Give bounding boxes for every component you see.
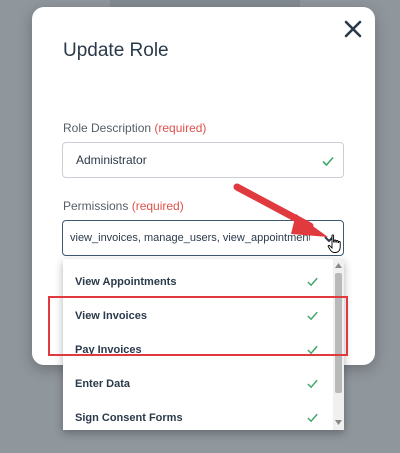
dropdown-option[interactable]: Enter Data bbox=[63, 364, 331, 398]
check-icon bbox=[322, 156, 334, 167]
dropdown-option[interactable]: Sign Consent Forms bbox=[63, 398, 331, 432]
scroll-down-icon[interactable] bbox=[335, 420, 342, 426]
annotation-highlight-box bbox=[48, 296, 348, 356]
role-description-label: Role Description (required) bbox=[63, 121, 207, 135]
close-icon bbox=[344, 20, 362, 38]
check-icon bbox=[307, 277, 318, 287]
scroll-up-icon[interactable] bbox=[335, 262, 342, 268]
role-description-value: Administrator bbox=[76, 153, 147, 167]
required-tag: (required) bbox=[131, 199, 184, 213]
dropdown-option[interactable]: View Appointments bbox=[63, 262, 331, 296]
required-tag: (required) bbox=[154, 121, 207, 135]
permissions-label: Permissions (required) bbox=[63, 199, 184, 213]
role-description-input[interactable]: Administrator bbox=[62, 142, 344, 178]
modal-title: Update Role bbox=[63, 40, 169, 61]
close-button[interactable] bbox=[341, 17, 365, 41]
check-icon bbox=[307, 413, 318, 423]
check-icon bbox=[307, 379, 318, 389]
annotation-arrow-icon bbox=[233, 183, 328, 237]
